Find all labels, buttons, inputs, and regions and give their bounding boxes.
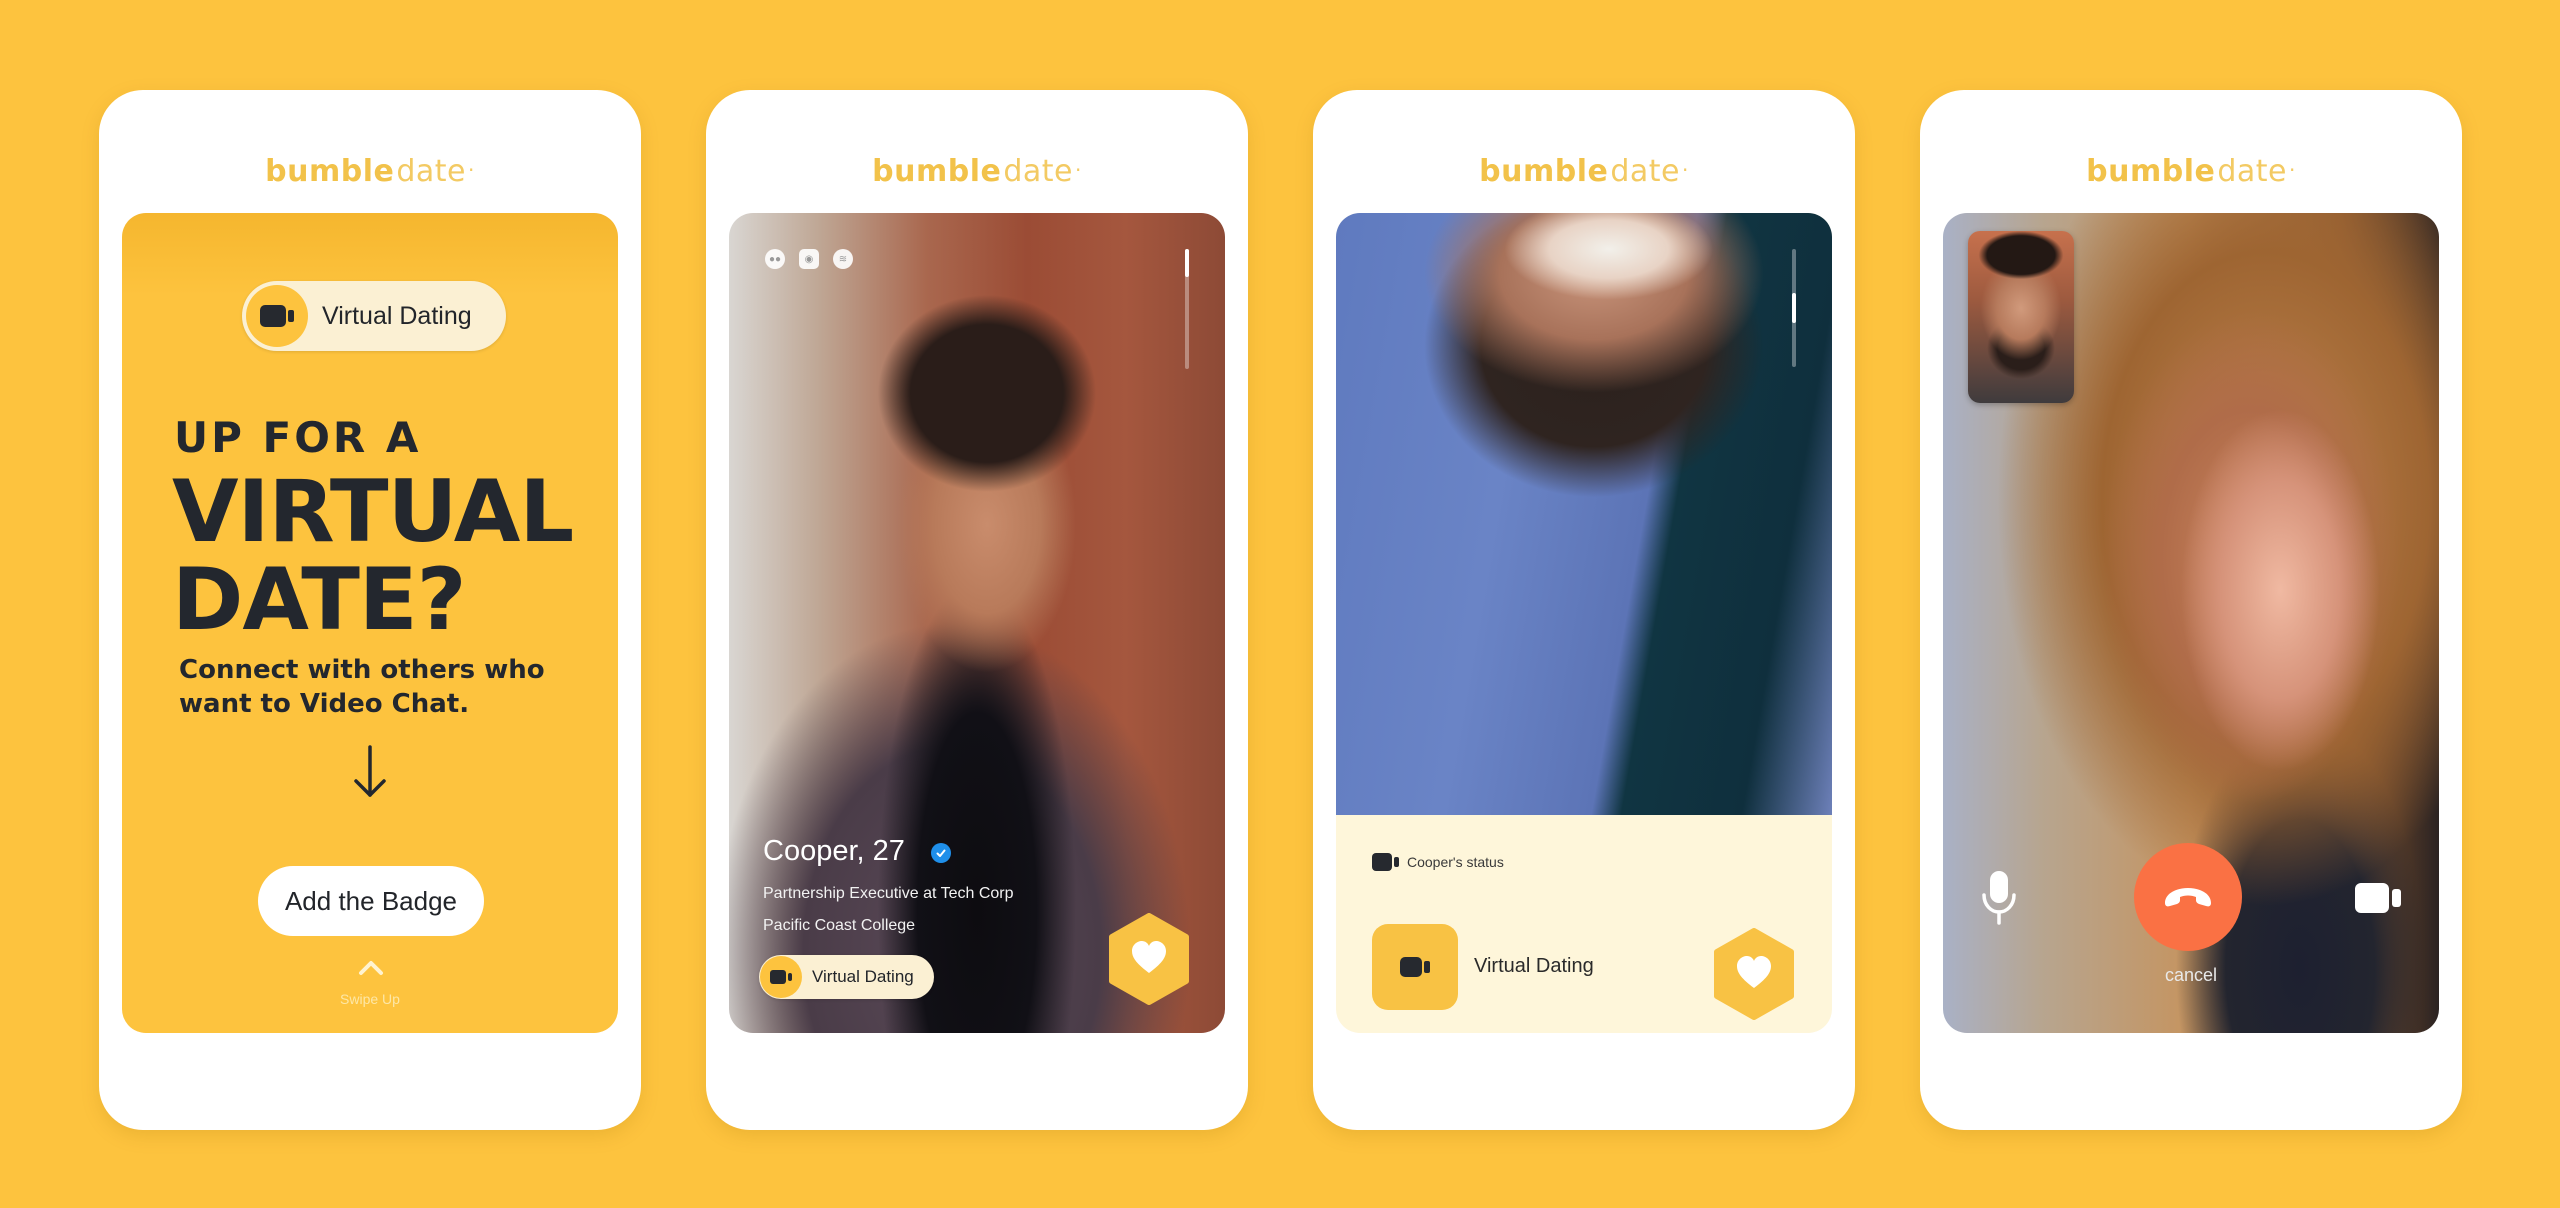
profile-photo[interactable]: [1336, 213, 1832, 815]
instagram-icon[interactable]: ◉: [799, 249, 819, 269]
headline-small: UP FOR A: [174, 413, 422, 462]
chevron-up-icon[interactable]: [358, 958, 384, 976]
virtual-dating-badge: Virtual Dating: [242, 281, 506, 351]
subheadline: Connect with others who want to Video Ch…: [179, 655, 545, 719]
status-header: Cooper's status: [1372, 853, 1504, 871]
phone-screen-profile: bumbledate · ●● ◉ ≋ Cooper, 27 Partnershi…: [706, 90, 1248, 1130]
profile-name-age: Cooper, 27: [763, 835, 905, 867]
bumble-date-logo: bumbledate ·: [1479, 154, 1689, 189]
video-camera-icon[interactable]: [2355, 883, 2401, 913]
bumble-date-logo: bumbledate ·: [265, 154, 475, 189]
heart-hexagon-icon[interactable]: [1107, 913, 1191, 1005]
headline-line-2: DATE?: [172, 550, 467, 650]
profile-status-card: Cooper's status Virtual Dating: [1336, 213, 1832, 1033]
microphone-icon[interactable]: [1979, 869, 2019, 925]
badge-label: Virtual Dating: [812, 967, 914, 986]
status-title: Cooper's status: [1407, 854, 1504, 870]
headline-line-1: VIRTUAL: [172, 462, 574, 562]
status-label: Virtual Dating: [1474, 955, 1594, 977]
cancel-label: cancel: [2164, 965, 2218, 985]
photo-scroll-indicator: [1185, 249, 1189, 369]
phone-hangup-icon: [2165, 888, 2211, 907]
bumble-date-logo: bumbledate ·: [2086, 154, 2296, 189]
video-camera-icon: [246, 285, 308, 347]
bumble-date-logo: bumbledate ·: [872, 154, 1082, 189]
heart-hexagon-icon[interactable]: [1712, 928, 1796, 1020]
end-call-button[interactable]: [2134, 843, 2242, 951]
self-view-thumbnail[interactable]: [1968, 231, 2074, 403]
headline-big: VIRTUAL DATE?: [172, 462, 574, 650]
add-the-badge-button[interactable]: Add the Badge: [258, 866, 484, 936]
flickr-icon[interactable]: ●●: [765, 249, 785, 269]
profile-job: Partnership Executive at Tech Corp: [763, 885, 1014, 902]
spotify-icon[interactable]: ≋: [833, 249, 853, 269]
verified-check-icon: [931, 843, 951, 863]
phone-screen-video-call: bumbledate · cancel: [1920, 90, 2462, 1130]
intro-panel: Virtual Dating UP FOR A VIRTUAL DATE? Co…: [122, 213, 618, 1033]
phone-screen-intro: bumbledate · Virtual Dating UP FOR A VIRT…: [99, 90, 641, 1130]
social-icons: ●● ◉ ≋: [765, 249, 853, 269]
video-camera-icon: [1372, 853, 1399, 871]
video-camera-icon: [760, 956, 802, 998]
video-camera-icon: [1400, 957, 1430, 977]
swipe-up-label: Swipe Up: [340, 991, 400, 1007]
badge-label: Virtual Dating: [322, 301, 472, 330]
photo-scroll-indicator: [1792, 249, 1796, 367]
profile-photo-card[interactable]: ●● ◉ ≋ Cooper, 27 Partnership Executive …: [729, 213, 1225, 1033]
video-call-view: cancel: [1943, 213, 2439, 1033]
virtual-dating-tile: [1372, 924, 1458, 1010]
virtual-dating-badge: Virtual Dating: [759, 955, 934, 999]
call-controls: [1943, 843, 2439, 963]
phone-screen-status: bumbledate · Cooper's status Virtual Dati…: [1313, 90, 1855, 1130]
profile-school: Pacific Coast College: [763, 917, 916, 934]
arrow-down-icon: [354, 745, 386, 797]
